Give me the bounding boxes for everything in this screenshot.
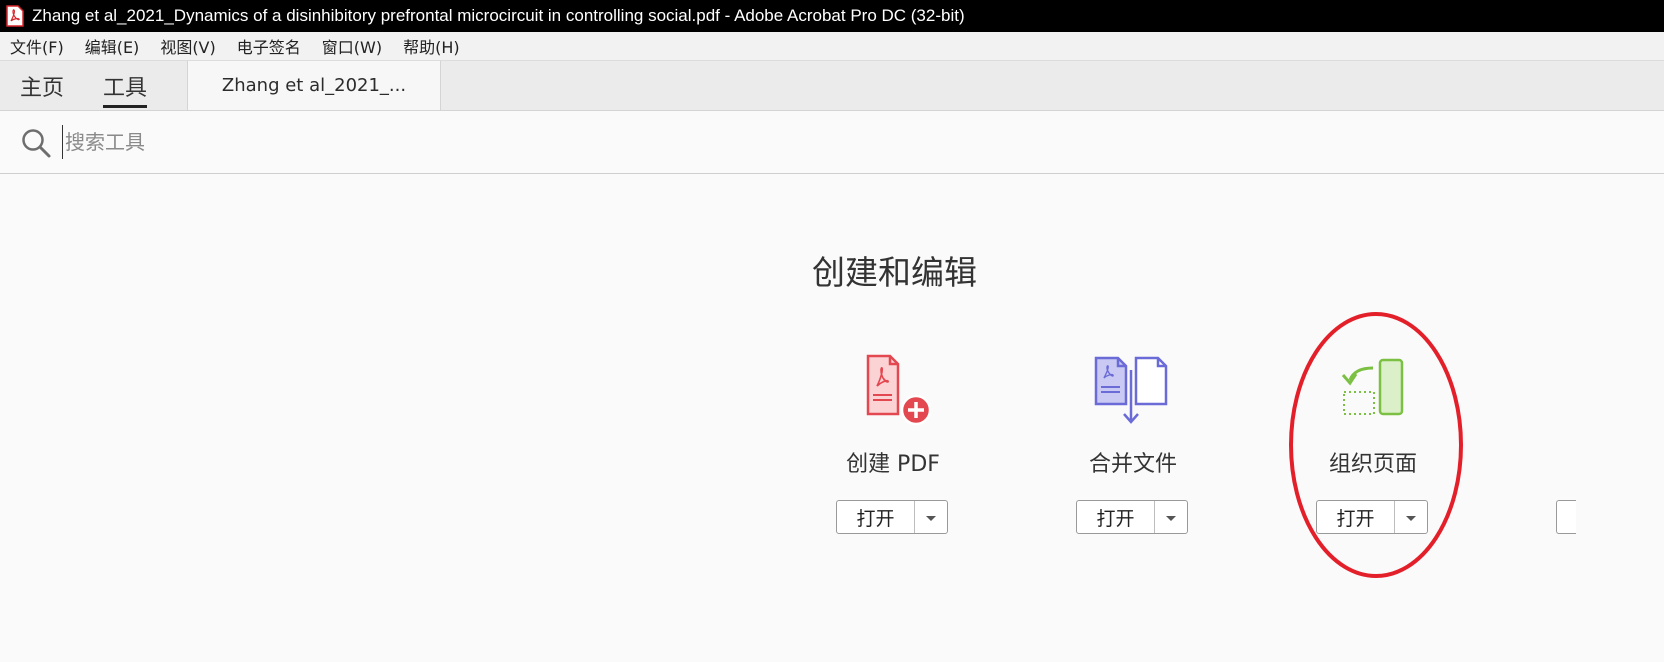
create-pdf-split-button: 打开 bbox=[836, 500, 948, 534]
title-bar: Zhang et al_2021_Dynamics of a disinhibi… bbox=[0, 0, 1664, 32]
tool-card-organize-pages[interactable]: 组织页面 打开 bbox=[1298, 350, 1448, 550]
acrobat-pdf-icon bbox=[4, 5, 26, 27]
window-title: Zhang et al_2021_Dynamics of a disinhibi… bbox=[32, 6, 965, 25]
menu-view[interactable]: 视图(V) bbox=[160, 34, 215, 58]
chevron-down-icon bbox=[1165, 508, 1177, 527]
tab-home[interactable]: 主页 bbox=[20, 61, 64, 110]
chevron-down-icon bbox=[1405, 508, 1417, 527]
tab-tools[interactable]: 工具 bbox=[103, 61, 148, 110]
combine-files-dropdown-button[interactable] bbox=[1155, 501, 1187, 533]
create-pdf-icon bbox=[848, 350, 938, 430]
tool-label-combine-files: 合并文件 bbox=[1088, 452, 1177, 477]
combine-files-icon bbox=[1088, 350, 1178, 430]
search-tools-input[interactable] bbox=[62, 125, 665, 159]
tab-document[interactable]: Zhang et al_2021_... bbox=[187, 61, 441, 110]
organize-pages-dropdown-button[interactable] bbox=[1395, 501, 1427, 533]
menu-help[interactable]: 帮助(H) bbox=[403, 34, 460, 58]
menu-window[interactable]: 窗口(W) bbox=[322, 34, 382, 58]
organize-pages-open-button[interactable]: 打开 bbox=[1317, 501, 1395, 533]
create-pdf-dropdown-button[interactable] bbox=[915, 501, 947, 533]
tool-card-combine-files[interactable]: 合并文件 打开 bbox=[1058, 350, 1208, 550]
chevron-down-icon bbox=[925, 508, 937, 527]
create-pdf-open-button[interactable]: 打开 bbox=[837, 501, 915, 533]
menu-edit[interactable]: 编辑(E) bbox=[85, 34, 140, 58]
combine-files-split-button: 打开 bbox=[1076, 500, 1188, 534]
menu-bar: 文件(F) 编辑(E) 视图(V) 电子签名 窗口(W) 帮助(H) bbox=[0, 32, 1664, 61]
menu-e-sign[interactable]: 电子签名 bbox=[237, 34, 301, 58]
tools-search-bar bbox=[0, 111, 1664, 174]
tab-bar: 主页 工具 Zhang et al_2021_... bbox=[0, 61, 1664, 111]
tool-label-organize-pages: 组织页面 bbox=[1328, 452, 1417, 477]
organize-pages-split-button: 打开 bbox=[1316, 500, 1428, 534]
menu-file[interactable]: 文件(F) bbox=[10, 34, 64, 58]
section-heading-create-edit: 创建和编辑 bbox=[812, 253, 977, 292]
next-tool-partial-button[interactable] bbox=[1556, 500, 1576, 534]
combine-files-open-button[interactable]: 打开 bbox=[1077, 501, 1155, 533]
search-icon[interactable] bbox=[20, 127, 52, 159]
organize-pages-icon bbox=[1328, 350, 1418, 430]
tool-label-create-pdf: 创建 PDF bbox=[846, 452, 940, 477]
tool-card-create-pdf[interactable]: 创建 PDF 打开 bbox=[818, 350, 968, 550]
